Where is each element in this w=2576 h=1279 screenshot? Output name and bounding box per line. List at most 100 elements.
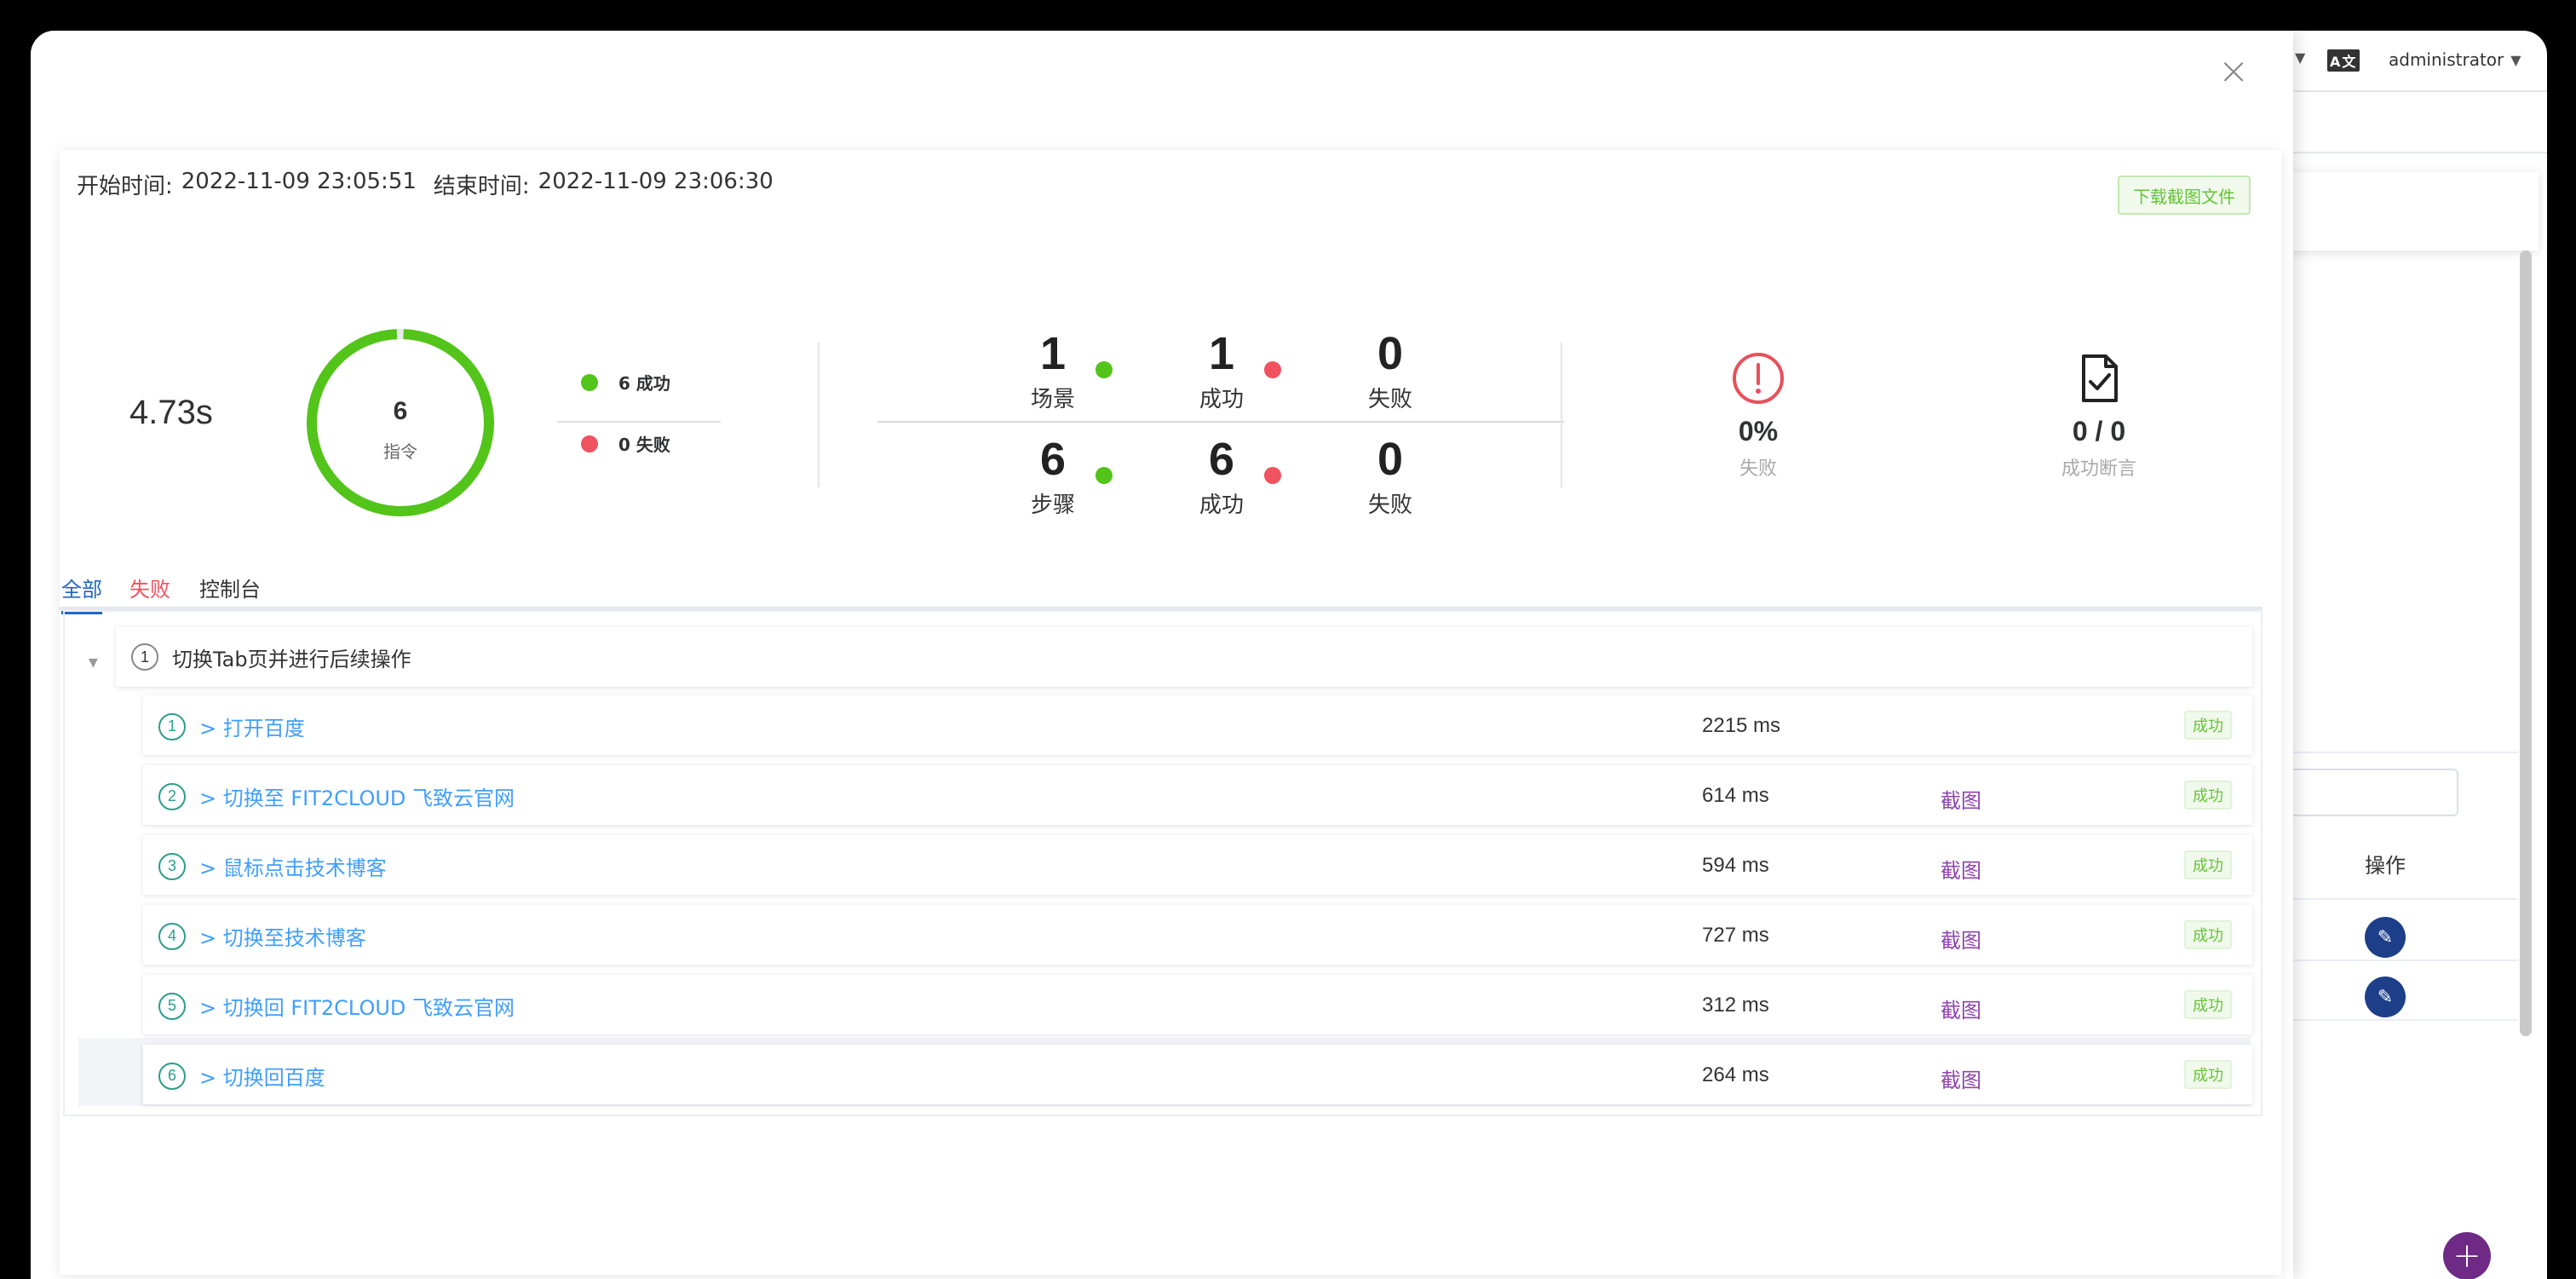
edit-button[interactable]: ✎ — [2365, 917, 2406, 958]
screenshot-link[interactable]: 截图 — [1941, 784, 1981, 814]
legend-fail: 0 失败 — [581, 431, 670, 456]
divider — [818, 343, 819, 487]
tab-fail[interactable]: 失败 — [129, 573, 170, 611]
status-badge: 成功 — [2184, 990, 2232, 1019]
scenario-index: 1 — [131, 643, 158, 671]
scenario-success-value: 1 — [1208, 328, 1235, 379]
step-row: 1 > 打开百度 2215 ms 成功 — [143, 695, 2252, 755]
step-duration: 2215 ms — [1702, 714, 1781, 737]
scenario-total: 1 场景 — [1002, 331, 1104, 413]
fail-rate-label: 失败 — [1739, 458, 1777, 480]
screenshot-link[interactable]: 截图 — [1941, 854, 1981, 884]
step-name-link[interactable]: > 切换回 FIT2CLOUD 飞致云官网 — [199, 991, 515, 1021]
step-duration: 594 ms — [1702, 854, 1769, 877]
start-time: 2022-11-09 23:05:51 — [181, 169, 417, 194]
step-fail: 0 失败 — [1339, 436, 1441, 519]
end-time-label: 结束时间: — [433, 174, 530, 199]
assertion-ratio: 0 / 0 — [2072, 416, 2126, 446]
legend-success-label: 6 成功 — [618, 373, 670, 394]
scrollbar[interactable] — [2520, 251, 2532, 1036]
step-fail-label: 失败 — [1367, 493, 1412, 518]
step-name-link[interactable]: > 切换回百度 — [199, 1061, 325, 1091]
add-button[interactable]: + — [2443, 1232, 2491, 1279]
fail-dot — [1264, 361, 1281, 378]
tab-all[interactable]: 全部 — [61, 573, 102, 614]
step-index: 1 — [158, 712, 186, 740]
document-check-icon — [2082, 354, 2118, 402]
report-modal: × 开始时间: 2022-11-09 23:05:51 结束时间: 2022-1… — [31, 31, 2293, 1279]
start-time-label: 开始时间: — [77, 174, 173, 199]
scenario-fail-value: 0 — [1377, 328, 1404, 379]
close-button[interactable]: × — [2217, 53, 2251, 90]
warning-icon — [1733, 353, 1784, 404]
step-success: 6 成功 — [1170, 436, 1273, 519]
legend-success: 6 成功 — [581, 370, 670, 395]
step-index: 3 — [158, 852, 186, 880]
step-index: 2 — [158, 782, 186, 810]
chevron-down-icon: ▼ — [2295, 49, 2306, 66]
username: administrator — [2389, 49, 2504, 70]
plus-icon: + — [2452, 1236, 2481, 1276]
step-duration: 614 ms — [1702, 784, 1769, 807]
step-total-value: 6 — [1039, 434, 1067, 485]
fail-dot — [1264, 467, 1281, 484]
instruction-count: 6 — [393, 397, 408, 425]
success-dot — [581, 373, 598, 391]
scenario-fail: 0 失败 — [1339, 331, 1441, 413]
report-card: 开始时间: 2022-11-09 23:05:51 结束时间: 2022-11-… — [60, 150, 2281, 1275]
step-duration: 727 ms — [1702, 924, 1769, 947]
header-dropdown[interactable]: ▼ — [2295, 49, 2305, 66]
stats-divider — [877, 421, 1564, 423]
user-menu[interactable]: administrator ▼ — [2389, 49, 2521, 70]
operation-column-header: 操作 — [2365, 854, 2406, 878]
screenshot-link[interactable]: 截图 — [1941, 1063, 1981, 1093]
step-success-label: 成功 — [1199, 493, 1244, 518]
step-row: 5 > 切换回 FIT2CLOUD 飞致云官网 312 ms 截图 成功 — [143, 975, 2252, 1034]
step-index: 5 — [158, 992, 186, 1020]
scenario-row[interactable]: 1 切换Tab页并进行后续操作 — [116, 627, 2252, 687]
language-icon: A文 — [2327, 49, 2360, 72]
result-tabs: 全部 失败 控制台 — [60, 573, 2263, 614]
status-badge: 成功 — [2184, 850, 2232, 879]
edit-button[interactable]: ✎ — [2365, 977, 2406, 1017]
step-row: 3 > 鼠标点击技术博客 594 ms 截图 成功 — [143, 835, 2252, 895]
step-name-link[interactable]: > 鼠标点击技术博客 — [199, 851, 387, 881]
step-row: 4 > 切换至技术博客 727 ms 截图 成功 — [143, 905, 2252, 965]
success-dot — [1095, 467, 1113, 484]
assertion-label: 成功断言 — [2061, 458, 2136, 480]
result-tree: ▼ 1 切换Tab页并进行后续操作 1 > 打开百度 2215 ms 成功 2 > … — [63, 610, 2263, 1116]
instruction-label: 指令 — [383, 441, 417, 462]
step-index: 6 — [158, 1062, 186, 1090]
step-name-link[interactable]: > 切换至技术博客 — [199, 921, 366, 951]
fail-dot — [581, 435, 598, 452]
step-name-link[interactable]: > 切换至 FIT2CLOUD 飞致云官网 — [199, 781, 515, 811]
step-success-value: 6 — [1208, 434, 1235, 485]
step-fail-value: 0 — [1377, 434, 1404, 485]
pencil-icon: ✎ — [2377, 926, 2394, 948]
status-badge: 成功 — [2184, 711, 2232, 740]
step-row: 2 > 切换至 FIT2CLOUD 飞致云官网 614 ms 截图 成功 — [143, 765, 2252, 825]
tab-console[interactable]: 控制台 — [199, 573, 261, 611]
chevron-down-icon: ▼ — [2510, 51, 2521, 68]
legend-fail-label: 0 失败 — [618, 435, 670, 455]
step-index: 4 — [158, 922, 186, 950]
status-badge: 成功 — [2184, 920, 2232, 949]
step-name-link[interactable]: > 打开百度 — [199, 712, 305, 741]
screenshot-link[interactable]: 截图 — [1941, 994, 1981, 1023]
total-duration: 4.73s — [129, 394, 213, 431]
step-row: 6 > 切换回百度 264 ms 截图 成功 — [143, 1045, 2252, 1104]
step-total: 6 步骤 — [1002, 436, 1104, 519]
scenario-success: 1 成功 — [1170, 331, 1273, 413]
caret-down-icon[interactable]: ▼ — [89, 656, 98, 670]
divider — [1561, 343, 1562, 487]
language-switch[interactable]: A文 — [2327, 49, 2360, 72]
step-duration: 312 ms — [1702, 994, 1769, 1017]
step-total-label: 步骤 — [1030, 493, 1075, 518]
download-screenshots-button[interactable]: 下载截图文件 — [2118, 176, 2251, 215]
fail-rate-value: 0% — [1738, 416, 1779, 446]
step-duration: 264 ms — [1702, 1063, 1769, 1086]
scenario-total-label: 场景 — [1030, 387, 1075, 412]
end-time: 2022-11-09 23:06:30 — [538, 169, 773, 194]
scenario-total-value: 1 — [1039, 328, 1067, 379]
screenshot-link[interactable]: 截图 — [1941, 924, 1981, 953]
